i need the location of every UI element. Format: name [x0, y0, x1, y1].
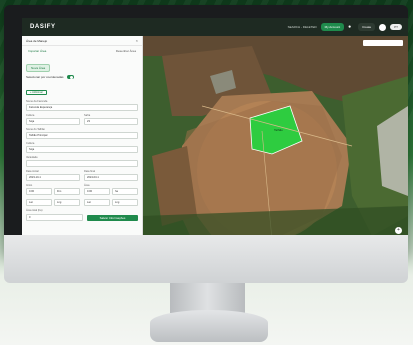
- monitor-chin: [4, 235, 408, 283]
- start-date-field[interactable]: 2023-10-1: [26, 174, 80, 181]
- map-search-input[interactable]: [363, 40, 403, 46]
- end-date-field[interactable]: 2024-03-1: [84, 174, 138, 181]
- panel-tabs: Importar Área Desenhar Área: [22, 46, 142, 56]
- season-field[interactable]: 23: [84, 118, 138, 125]
- add-button[interactable]: + Adicionar: [26, 90, 47, 95]
- account-button[interactable]: My Account: [320, 23, 345, 31]
- new-area-chip[interactable]: Nova Área: [26, 64, 51, 72]
- lat-field-1[interactable]: Lat: [26, 199, 52, 206]
- panel-title: Área de Manejo: [26, 38, 48, 43]
- total-area-field[interactable]: 0: [26, 214, 83, 221]
- lng-field-1[interactable]: Lng: [54, 199, 80, 206]
- zoom-button[interactable]: +: [395, 227, 402, 234]
- crop-row: Cultura Soja Safra 23: [22, 112, 142, 126]
- create-button[interactable]: Create: [358, 23, 376, 31]
- screen: DASIFY SEARCH - DELETED My Account ● Cre…: [22, 18, 408, 240]
- unit-field[interactable]: ha: [112, 188, 138, 195]
- lat-field-2[interactable]: Lat: [84, 199, 110, 206]
- crop-label: Cultura: [26, 114, 35, 117]
- panel-header: Área de Manejo ×: [22, 36, 142, 46]
- save-row: 0 Salvar Informações: [22, 212, 142, 223]
- culture-label: Cultura: [26, 142, 35, 145]
- side-panel: Área de Manejo × Importar Área Desenhar …: [22, 36, 143, 240]
- coords-row: Lat Lng Lat Lng: [22, 198, 142, 207]
- save-button[interactable]: Salvar Informações: [87, 214, 138, 221]
- plot-name-label: Nome do Talhão: [26, 128, 45, 131]
- language-select[interactable]: PT: [390, 24, 402, 30]
- lng-field-2[interactable]: Lng: [112, 199, 138, 206]
- field-label: Talhão: [274, 128, 283, 132]
- monitor-stand-neck: [170, 283, 245, 313]
- variety-label: Variedade: [26, 156, 38, 159]
- start-date-label: Data inicial: [26, 170, 39, 173]
- monitor-stand-base: [150, 310, 268, 342]
- coordinates-toggle[interactable]: [66, 75, 74, 79]
- bell-icon[interactable]: ●: [348, 24, 354, 30]
- end-date-label: Data final: [84, 170, 95, 173]
- app-logo: DASIFY: [30, 24, 56, 30]
- season-label: Safra: [84, 114, 91, 117]
- area-field[interactable]: 0.00: [84, 188, 110, 195]
- range-start-field[interactable]: 0.00: [26, 188, 52, 195]
- coordinates-toggle-row: Selecionar por coordenadas: [22, 74, 142, 80]
- crop-field[interactable]: Soja: [26, 118, 80, 125]
- app-header: DASIFY SEARCH - DELETED My Account ● Cre…: [22, 18, 408, 36]
- variety-field[interactable]: [26, 160, 138, 167]
- date-row: Data inicial 2023-10-1 Data final 2024-0…: [22, 168, 142, 182]
- avatar[interactable]: [379, 23, 387, 31]
- tab-draw[interactable]: Desenhar Área: [116, 49, 136, 53]
- close-icon[interactable]: ×: [136, 38, 138, 43]
- range-row: Início 0.00 Fim Área 0.00 ha: [22, 182, 142, 196]
- monitor-frame: DASIFY SEARCH - DELETED My Account ● Cre…: [4, 5, 408, 255]
- plot-name-field[interactable]: Talhão Principal: [26, 132, 138, 139]
- range-end-field[interactable]: Fim: [54, 188, 80, 195]
- tab-import[interactable]: Importar Área: [28, 49, 46, 53]
- header-user-text: SEARCH - DELETED: [287, 25, 317, 29]
- farm-name-field[interactable]: Fazenda Esperança: [26, 104, 138, 111]
- toggle-label: Selecionar por coordenadas: [26, 75, 64, 79]
- farm-name-label: Nome da Fazenda: [26, 100, 48, 103]
- culture-field[interactable]: Soja: [26, 146, 138, 153]
